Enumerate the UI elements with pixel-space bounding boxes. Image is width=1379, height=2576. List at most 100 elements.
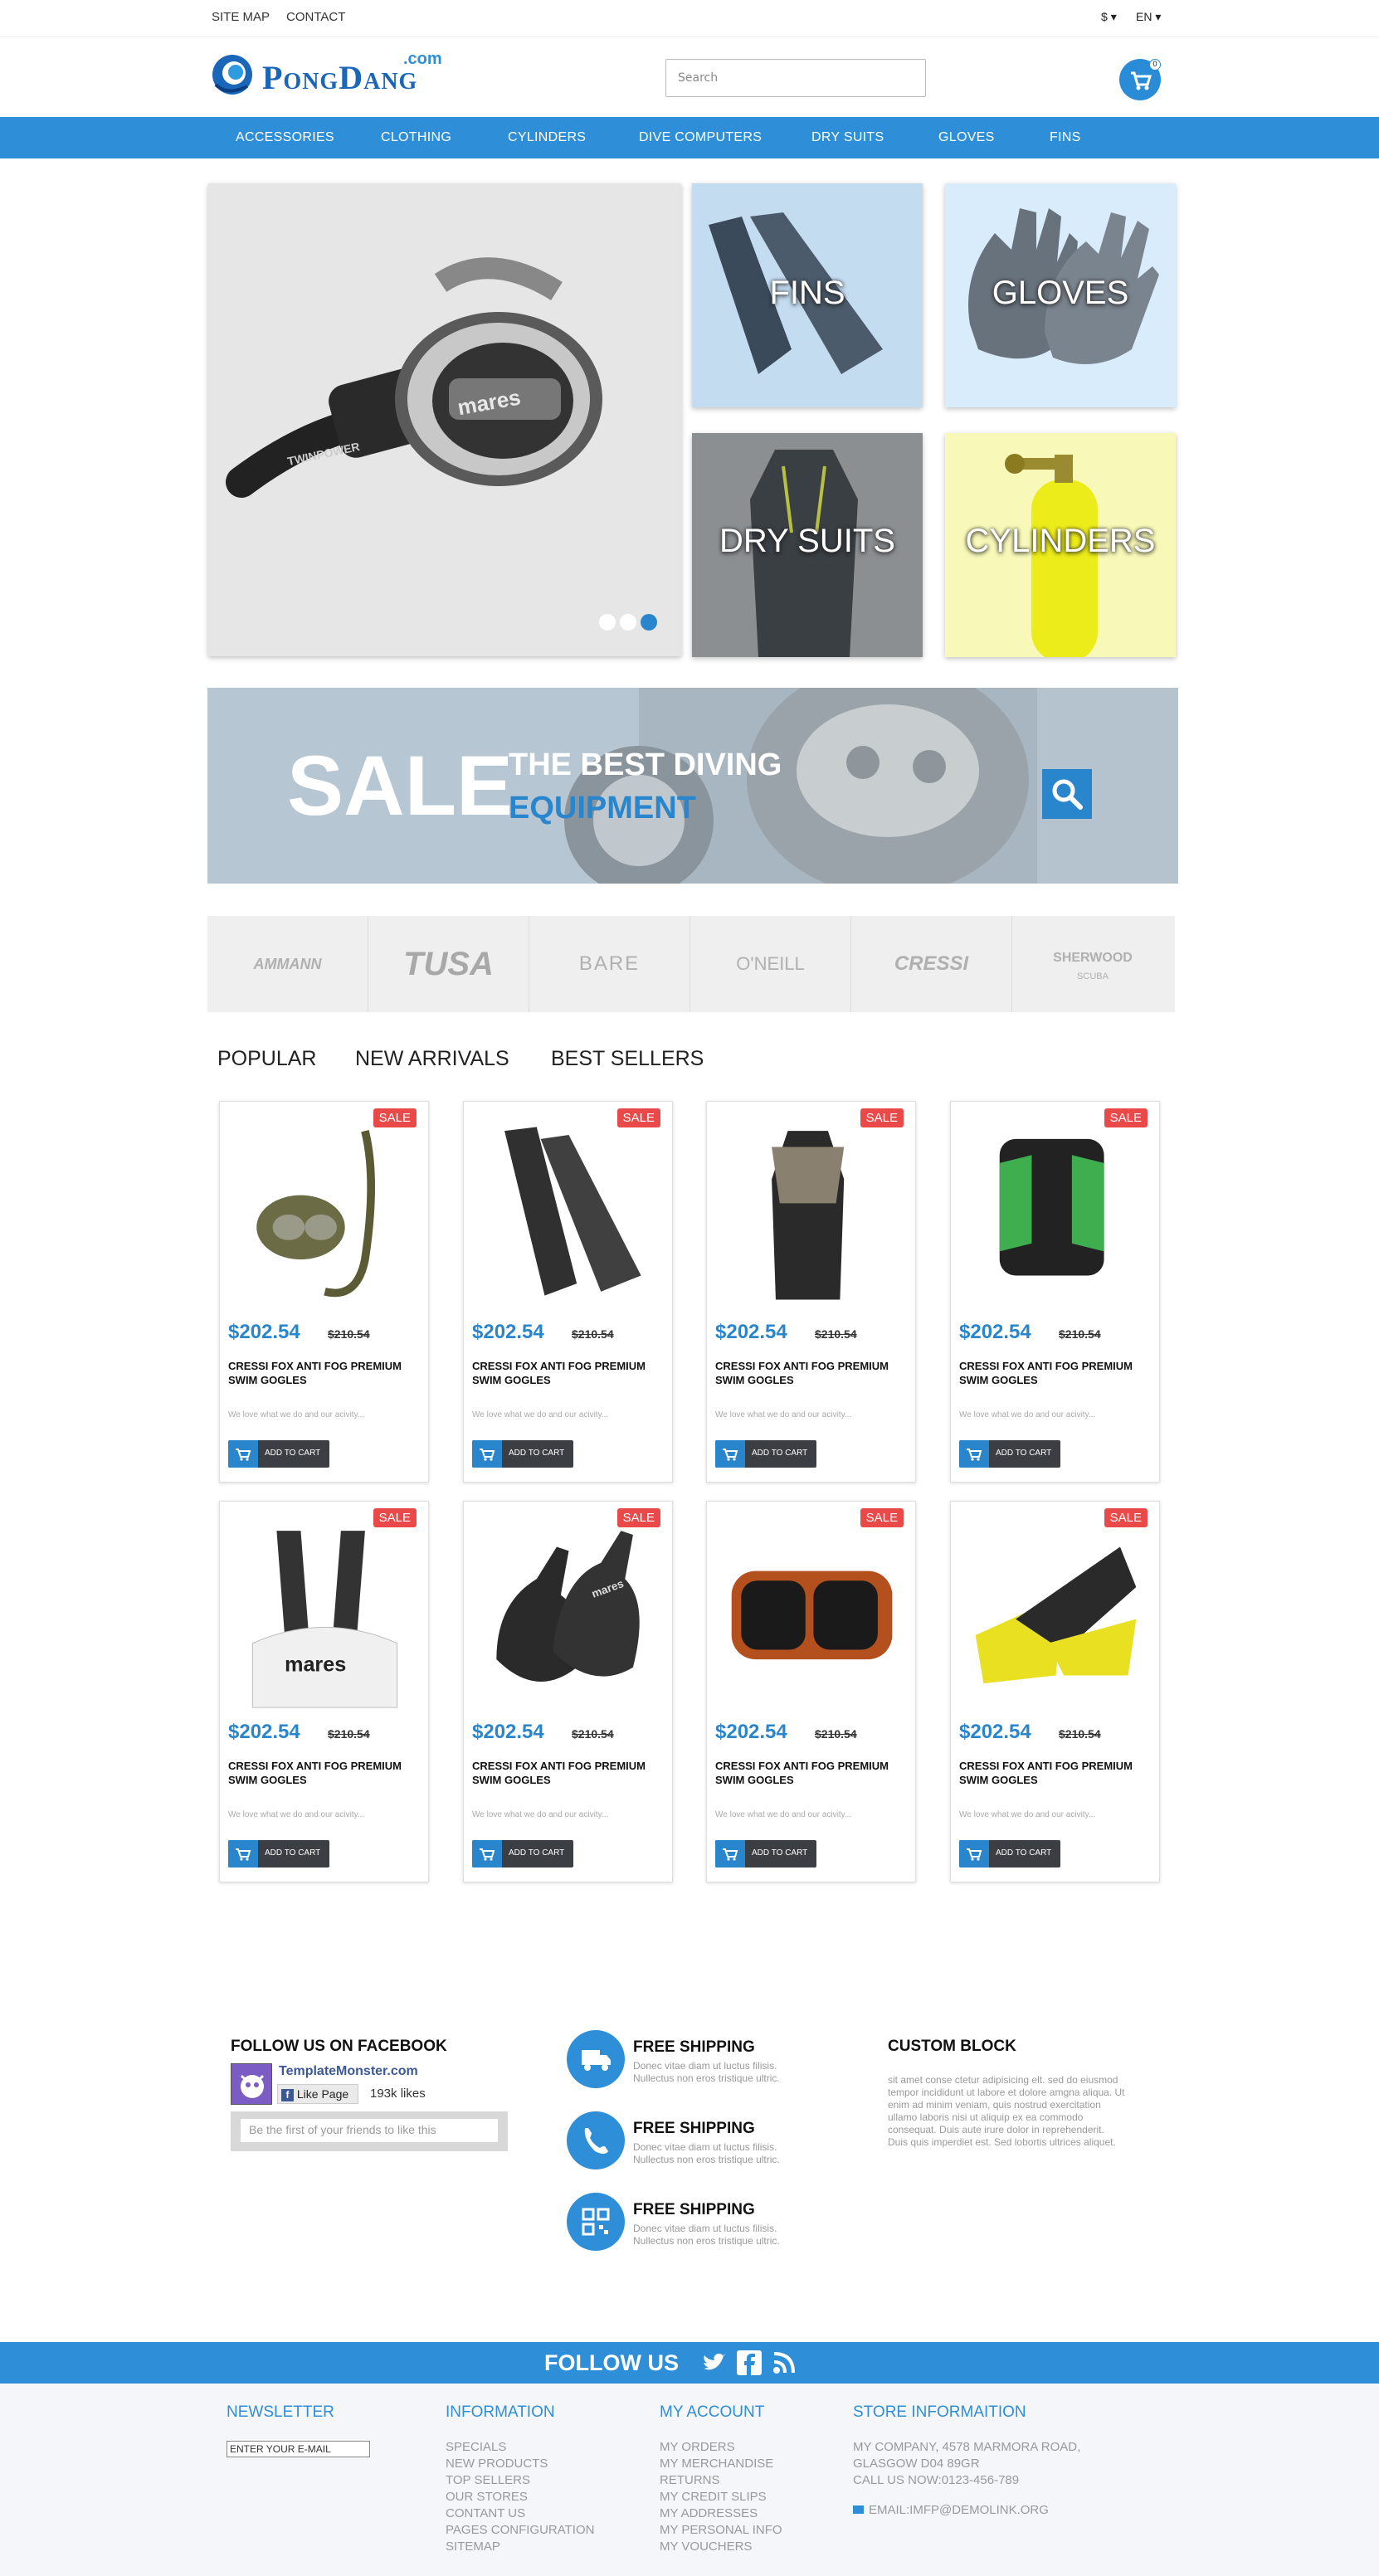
search-input[interactable]: Search	[665, 59, 926, 97]
product-old-price: $210.54	[1059, 1727, 1101, 1741]
facebook-page-name[interactable]: TemplateMonster.com	[279, 2064, 418, 2079]
slider-dot-2[interactable]	[620, 614, 636, 631]
cart-icon	[959, 1440, 989, 1468]
currency-select[interactable]: $ ▾	[1101, 10, 1117, 24]
site-map-link[interactable]: SITE MAP	[212, 10, 270, 24]
cart-icon	[228, 1440, 258, 1468]
nav-item-gloves[interactable]: GLOVES	[938, 130, 995, 145]
facebook-page-avatar[interactable]	[231, 2063, 272, 2105]
custom-block-line: enim ad minim veniam, quis nostrud exerc…	[888, 2099, 1101, 2111]
banner-search-button[interactable]	[1042, 769, 1092, 819]
brand-logo-bare[interactable]: BARE	[529, 916, 690, 1012]
add-to-cart-button[interactable]: ADD TO CART	[472, 1440, 573, 1468]
hero-slider[interactable]: mares TWINPOWER	[208, 183, 681, 656]
footer-link-my-vouchers[interactable]: MY VOUCHERS	[660, 2539, 782, 2555]
product-image[interactable]	[724, 1112, 900, 1311]
add-to-cart-button[interactable]: ADD TO CART	[472, 1840, 573, 1867]
facebook-square-icon[interactable]	[737, 2350, 762, 2375]
add-to-cart-label: ADD TO CART	[996, 1848, 1052, 1858]
brand-logo-sherwood[interactable]: SHERWOOD SCUBA	[1012, 916, 1173, 1012]
footer-link-my-addresses[interactable]: MY ADDRESSES	[660, 2505, 782, 2522]
footer-link-contact-us[interactable]: CONTANT US	[446, 2505, 594, 2522]
logo-icon	[212, 55, 252, 95]
nav-item-cylinders[interactable]: CYLINDERS	[508, 130, 586, 145]
product-card[interactable]: SALE $202.54 $210.54 CRESSI FOX ANTI FOG PR…	[219, 1101, 429, 1483]
sale-banner[interactable]: SALE THE BEST DIVING EQUIPMENT	[207, 688, 1178, 884]
product-card[interactable]: SALE $202.54 $210.54 CRESSI FOX ANTI FOG PR…	[950, 1501, 1160, 1882]
slider-dot-1[interactable]	[599, 614, 616, 631]
product-name[interactable]: CRESSI FOX ANTI FOG PREMIUM SWIM GOGLES	[715, 1359, 910, 1387]
product-image[interactable]	[480, 1112, 657, 1311]
product-image[interactable]	[724, 1512, 900, 1711]
add-to-cart-button[interactable]: ADD TO CART	[715, 1440, 816, 1468]
product-card[interactable]: SALE $202.54 $210.54 CRESSI FOX ANTI FOG PR…	[950, 1101, 1160, 1483]
custom-block-title: CUSTOM BLOCK	[888, 2038, 1016, 2055]
language-select[interactable]: EN ▾	[1136, 10, 1161, 24]
product-name[interactable]: CRESSI FOX ANTI FOG PREMIUM SWIM GOGLES	[959, 1359, 1154, 1387]
contact-link[interactable]: CONTACT	[286, 10, 345, 24]
add-to-cart-button[interactable]: ADD TO CART	[228, 1440, 329, 1468]
footer-link-sitemap[interactable]: SITEMAP	[446, 2539, 594, 2555]
rss-icon[interactable]	[772, 2350, 797, 2375]
product-name[interactable]: CRESSI FOX ANTI FOG PREMIUM SWIM GOGLES	[715, 1759, 910, 1787]
regulator-image: mares TWINPOWER	[226, 257, 602, 498]
footer-link-pages-configuration[interactable]: PAGES CONFIGURATION	[446, 2522, 594, 2539]
tab-new-arrivals[interactable]: NEW ARRIVALS	[355, 1047, 509, 1071]
site-logo[interactable]: PongDang .com	[211, 50, 460, 100]
nav-item-clothing[interactable]: CLOTHING	[381, 130, 451, 145]
newsletter-email-input[interactable]: ENTER YOUR E-MAIL	[227, 2441, 370, 2457]
product-image[interactable]: mares	[480, 1512, 657, 1711]
product-card[interactable]: SALE $202.54 $210.54 CRESSI FOX ANTI FOG PR…	[706, 1501, 916, 1882]
footer-link-returns[interactable]: RETURNS	[660, 2472, 782, 2489]
product-name[interactable]: CRESSI FOX ANTI FOG PREMIUM SWIM GOGLES	[228, 1359, 423, 1387]
product-description: We love what we do and our acivity...	[959, 1410, 1096, 1419]
brand-logo-ammann[interactable]: AMMANN	[207, 916, 368, 1012]
brand-logo-cressi[interactable]: CRESSI	[851, 916, 1012, 1012]
product-card[interactable]: SALE $202.54 $210.54 CRESSI FOX ANTI FOG PR…	[706, 1101, 916, 1483]
product-image[interactable]	[967, 1112, 1144, 1311]
add-to-cart-button[interactable]: ADD TO CART	[959, 1840, 1060, 1867]
product-card[interactable]: SALE mares $202.54 $210.54 CRESSI FOX ANTI F…	[463, 1501, 673, 1882]
nav-item-dry-suits[interactable]: DRY SUITS	[811, 130, 884, 145]
nav-item-accessories[interactable]: ACCESSORIES	[236, 130, 334, 145]
store-email[interactable]: EMAIL:IMFP@DEMOLINK.ORG	[853, 2502, 1080, 2519]
product-card[interactable]: SALE $202.54 $210.54 CRESSI FOX ANTI FOG PR…	[463, 1101, 673, 1483]
footer-link-my-merchandise[interactable]: MY MERCHANDISE	[660, 2456, 782, 2472]
slider-dot-3[interactable]	[641, 614, 657, 631]
follow-us-bar: FOLLOW US	[0, 2342, 1379, 2384]
footer-link-specials[interactable]: SPECIALS	[446, 2439, 594, 2456]
footer-link-new-products[interactable]: NEW PRODUCTS	[446, 2456, 594, 2472]
product-image[interactable]	[236, 1112, 413, 1311]
product-price: $202.54	[715, 1721, 787, 1743]
search-icon	[1052, 779, 1083, 810]
footer-link-my-orders[interactable]: MY ORDERS	[660, 2439, 782, 2456]
footer-link-my-credit-slips[interactable]: MY CREDIT SLIPS	[660, 2489, 782, 2505]
add-to-cart-button[interactable]: ADD TO CART	[715, 1840, 816, 1867]
add-to-cart-button[interactable]: ADD TO CART	[228, 1840, 329, 1867]
feature-text-line: Donec vitae diam ut luctus filisis.	[633, 2060, 777, 2072]
brand-logo-tusa[interactable]: TUSA	[368, 916, 529, 1012]
category-tile-fins[interactable]: FINS	[692, 183, 923, 407]
add-to-cart-button[interactable]: ADD TO CART	[959, 1440, 1060, 1468]
category-tile-cylinders[interactable]: CYLINDERS	[945, 433, 1176, 657]
nav-item-dive-computers[interactable]: DIVE COMPUTERS	[639, 130, 762, 145]
footer-link-my-personal-info[interactable]: MY PERSONAL INFO	[660, 2522, 782, 2539]
product-price: $202.54	[959, 1321, 1031, 1343]
product-card[interactable]: SALE mares $202.54 $210.54 CRESSI FOX ANTI F…	[219, 1501, 429, 1882]
tab-popular[interactable]: POPULAR	[217, 1047, 316, 1071]
tab-best-sellers[interactable]: BEST SELLERS	[551, 1047, 704, 1071]
product-name[interactable]: CRESSI FOX ANTI FOG PREMIUM SWIM GOGLES	[228, 1759, 423, 1787]
category-tile-gloves[interactable]: GLOVES	[945, 183, 1176, 407]
product-name[interactable]: CRESSI FOX ANTI FOG PREMIUM SWIM GOGLES	[472, 1759, 667, 1787]
twitter-icon[interactable]	[702, 2352, 727, 2374]
facebook-like-button[interactable]: f Like Page	[277, 2084, 358, 2104]
product-image[interactable]	[967, 1512, 1144, 1711]
footer-link-our-stores[interactable]: OUR STORES	[446, 2489, 594, 2505]
nav-item-fins[interactable]: FINS	[1050, 130, 1081, 145]
category-tile-dry-suits[interactable]: DRY SUITS	[692, 433, 923, 657]
footer-link-top-sellers[interactable]: TOP SELLERS	[446, 2472, 594, 2489]
product-name[interactable]: CRESSI FOX ANTI FOG PREMIUM SWIM GOGLES	[472, 1359, 667, 1387]
product-name[interactable]: CRESSI FOX ANTI FOG PREMIUM SWIM GOGLES	[959, 1759, 1154, 1787]
product-image[interactable]: mares	[236, 1512, 413, 1711]
brand-logo-oneill[interactable]: O'NEILL	[690, 916, 851, 1012]
